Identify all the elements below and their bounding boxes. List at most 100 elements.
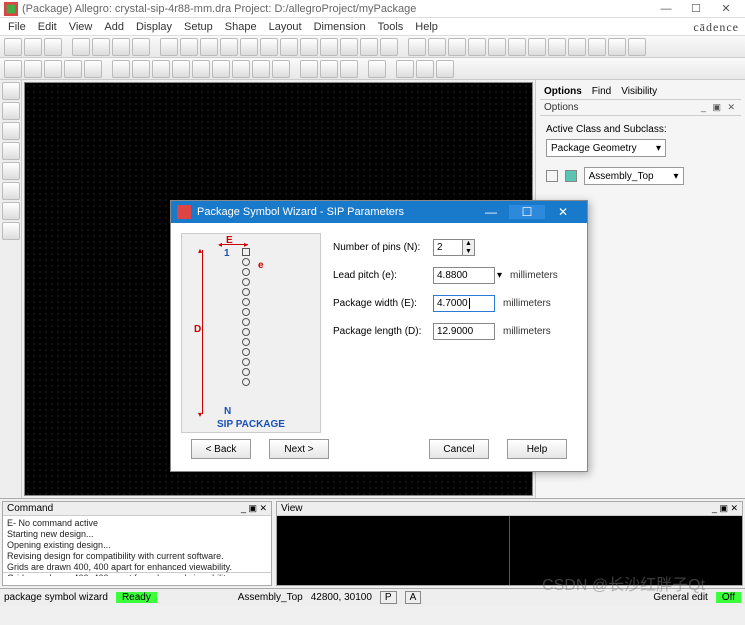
subclass-select[interactable]: Assembly_Top▾ [584,167,684,185]
pane-controls[interactable]: _ ▣ ✕ [241,503,267,514]
vtool-button[interactable] [2,122,20,140]
pins-input[interactable]: 2 [433,239,463,256]
menu-tools[interactable]: Tools [378,21,404,33]
toolbar-button[interactable] [508,38,526,56]
pane-controls[interactable]: _ ▣ ✕ [712,503,738,514]
vtool-button[interactable] [2,102,20,120]
toolbar-button[interactable] [4,38,22,56]
toolbar-button[interactable] [272,60,290,78]
toolbar-button[interactable] [448,38,466,56]
chevron-down-icon[interactable]: ▾ [497,270,502,281]
window-close-icon[interactable]: ✕ [711,2,741,15]
pins-spinner[interactable]: ▲▼ [463,239,475,256]
vtool-button[interactable] [2,82,20,100]
toolbar-button[interactable] [92,38,110,56]
status-a-button[interactable]: A [405,591,422,604]
tab-visibility[interactable]: Visibility [621,86,657,97]
toolbar-button[interactable] [44,60,62,78]
dialog-title-bar[interactable]: Package Symbol Wizard - SIP Parameters —… [171,201,587,223]
toolbar-button[interactable] [280,38,298,56]
toolbar-button[interactable] [588,38,606,56]
tab-find[interactable]: Find [592,86,611,97]
vtool-button[interactable] [2,142,20,160]
dialog-minimize-icon[interactable]: — [473,205,509,219]
toolbar-button[interactable] [380,38,398,56]
toolbar-button[interactable] [220,38,238,56]
toolbar-button[interactable] [408,38,426,56]
vtool-button[interactable] [2,222,20,240]
toolbar-button[interactable] [300,60,318,78]
pitch-input[interactable]: 4.8800 [433,267,495,284]
menu-add[interactable]: Add [104,21,124,33]
toolbar-button[interactable] [112,38,130,56]
dialog-close-icon[interactable]: ✕ [545,205,581,219]
toolbar-button[interactable] [44,38,62,56]
toolbar-button[interactable] [260,38,278,56]
menu-setup[interactable]: Setup [184,21,213,33]
dialog-maximize-icon[interactable]: ☐ [509,205,545,219]
menu-display[interactable]: Display [136,21,172,33]
toolbar-button[interactable] [608,38,626,56]
help-button[interactable]: Help [507,439,567,459]
length-input[interactable]: 12.9000 [433,323,495,340]
toolbar-button[interactable] [240,38,258,56]
toolbar-button[interactable] [360,38,378,56]
toolbar-button[interactable] [172,60,190,78]
subclass-color-swatch[interactable] [565,170,577,182]
cancel-button[interactable]: Cancel [429,439,489,459]
toolbar-button[interactable] [568,38,586,56]
menu-view[interactable]: View [69,21,93,33]
subclass-visibility-checkbox[interactable] [546,170,558,182]
toolbar-button[interactable] [436,60,454,78]
toolbar-button[interactable] [628,38,646,56]
activeclass-select[interactable]: Package Geometry▾ [546,139,666,157]
toolbar-button[interactable] [160,38,178,56]
toolbar-button[interactable] [320,60,338,78]
toolbar-button[interactable] [200,38,218,56]
toolbar-button[interactable] [24,60,42,78]
vtool-button[interactable] [2,202,20,220]
vtool-button[interactable] [2,182,20,200]
toolbar-button[interactable] [340,38,358,56]
tab-options[interactable]: Options [544,86,582,97]
width-input[interactable]: 4.7000 [433,295,495,312]
toolbar-button[interactable] [232,60,250,78]
toolbar-button[interactable] [132,60,150,78]
toolbar-button[interactable] [152,60,170,78]
toolbar-button[interactable] [300,38,318,56]
back-button[interactable]: < Back [191,439,251,459]
menu-dimension[interactable]: Dimension [314,21,366,33]
toolbar-button[interactable] [192,60,210,78]
window-minimize-icon[interactable]: — [651,3,681,15]
menu-layout[interactable]: Layout [269,21,302,33]
toolbar-button[interactable] [548,38,566,56]
toolbar-button[interactable] [4,60,22,78]
command-input[interactable] [3,572,271,585]
status-p-button[interactable]: P [380,591,397,604]
vtool-button[interactable] [2,162,20,180]
toolbar-button[interactable] [132,38,150,56]
toolbar-button[interactable] [320,38,338,56]
toolbar-button[interactable] [24,38,42,56]
menu-shape[interactable]: Shape [225,21,257,33]
menu-help[interactable]: Help [415,21,438,33]
toolbar-button[interactable] [72,38,90,56]
toolbar-button[interactable] [212,60,230,78]
toolbar-button[interactable] [112,60,130,78]
next-button[interactable]: Next > [269,439,329,459]
toolbar-button[interactable] [528,38,546,56]
window-maximize-icon[interactable]: ☐ [681,2,711,15]
toolbar-button[interactable] [368,60,386,78]
menu-file[interactable]: File [8,21,26,33]
menu-edit[interactable]: Edit [38,21,57,33]
toolbar-button[interactable] [416,60,434,78]
toolbar-button[interactable] [340,60,358,78]
toolbar-button[interactable] [488,38,506,56]
toolbar-button[interactable] [84,60,102,78]
toolbar-button[interactable] [252,60,270,78]
toolbar-button[interactable] [396,60,414,78]
toolbar-button[interactable] [428,38,446,56]
toolbar-button[interactable] [468,38,486,56]
toolbar-button[interactable] [180,38,198,56]
toolbar-button[interactable] [64,60,82,78]
